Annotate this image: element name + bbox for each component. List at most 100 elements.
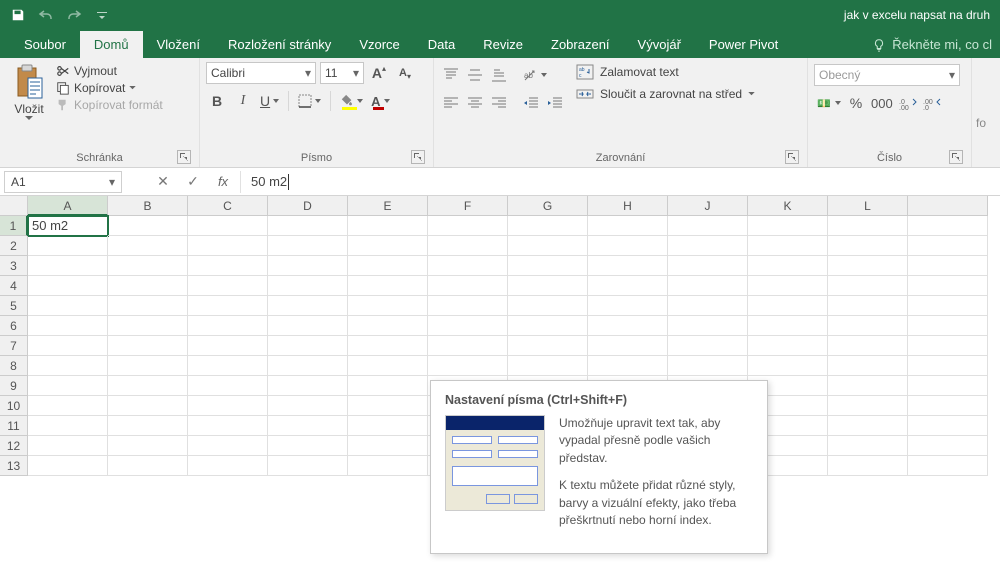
cell[interactable] — [188, 456, 268, 476]
col-header-e[interactable]: E — [348, 196, 428, 216]
cell[interactable] — [428, 356, 508, 376]
cell[interactable] — [508, 356, 588, 376]
col-header-a[interactable]: A — [28, 196, 108, 216]
cell[interactable] — [268, 236, 348, 256]
cell[interactable] — [188, 296, 268, 316]
cell[interactable] — [748, 276, 828, 296]
tab-view[interactable]: Zobrazení — [537, 31, 624, 58]
cell[interactable] — [908, 256, 988, 276]
cell[interactable] — [108, 316, 188, 336]
cell[interactable] — [828, 356, 908, 376]
cell[interactable] — [908, 416, 988, 436]
cell[interactable] — [28, 316, 108, 336]
cell[interactable] — [828, 436, 908, 456]
cell[interactable] — [908, 456, 988, 476]
align-right-button[interactable] — [488, 92, 510, 114]
cell[interactable] — [508, 276, 588, 296]
cell[interactable] — [348, 256, 428, 276]
cell[interactable] — [188, 216, 268, 236]
cell[interactable] — [108, 376, 188, 396]
tell-me-box[interactable]: Řekněte mi, co cl — [864, 37, 1000, 58]
merge-center-button[interactable]: Sloučit a zarovnat na střed — [576, 86, 755, 102]
cell[interactable] — [428, 336, 508, 356]
cell[interactable] — [668, 296, 748, 316]
row-header[interactable]: 5 — [0, 296, 28, 316]
cell[interactable] — [748, 256, 828, 276]
cell[interactable] — [108, 336, 188, 356]
cell[interactable] — [748, 336, 828, 356]
cell[interactable] — [28, 336, 108, 356]
tab-powerpivot[interactable]: Power Pivot — [695, 31, 792, 58]
tab-data[interactable]: Data — [414, 31, 469, 58]
name-box[interactable]: A1 ▾ — [4, 171, 122, 193]
cell[interactable] — [348, 416, 428, 436]
paste-button[interactable]: Vložit — [6, 62, 52, 121]
clipboard-dialog-launcher[interactable] — [177, 150, 191, 164]
cell[interactable] — [268, 216, 348, 236]
cell[interactable] — [828, 296, 908, 316]
col-header-c[interactable]: C — [188, 196, 268, 216]
row-header[interactable]: 4 — [0, 276, 28, 296]
undo-icon[interactable] — [34, 3, 58, 27]
row-header[interactable]: 1 — [0, 216, 28, 236]
underline-button[interactable]: U — [258, 90, 281, 112]
cell[interactable] — [348, 396, 428, 416]
cell[interactable] — [588, 316, 668, 336]
cell[interactable] — [508, 216, 588, 236]
cell[interactable] — [268, 336, 348, 356]
cell[interactable] — [28, 276, 108, 296]
cell[interactable] — [28, 436, 108, 456]
align-bottom-button[interactable] — [488, 64, 510, 86]
tab-review[interactable]: Revize — [469, 31, 537, 58]
align-middle-button[interactable] — [464, 64, 486, 86]
cell[interactable] — [28, 376, 108, 396]
cell[interactable] — [588, 256, 668, 276]
cell[interactable] — [668, 236, 748, 256]
cell[interactable] — [28, 296, 108, 316]
italic-button[interactable]: I — [232, 90, 254, 112]
cell[interactable] — [188, 316, 268, 336]
save-icon[interactable] — [6, 3, 30, 27]
select-all-corner[interactable] — [0, 196, 28, 216]
row-header[interactable]: 10 — [0, 396, 28, 416]
cell[interactable] — [188, 396, 268, 416]
tab-page-layout[interactable]: Rozložení stránky — [214, 31, 345, 58]
cell[interactable] — [908, 316, 988, 336]
insert-function-button[interactable]: fx — [212, 171, 234, 193]
cell[interactable] — [908, 216, 988, 236]
bold-button[interactable]: B — [206, 90, 228, 112]
cell[interactable] — [188, 256, 268, 276]
cell[interactable] — [188, 356, 268, 376]
cell[interactable] — [28, 256, 108, 276]
cell[interactable] — [108, 256, 188, 276]
redo-icon[interactable] — [62, 3, 86, 27]
cell[interactable] — [828, 336, 908, 356]
font-dialog-launcher[interactable] — [411, 150, 425, 164]
cell[interactable] — [108, 356, 188, 376]
col-header-g[interactable]: G — [508, 196, 588, 216]
cell[interactable] — [668, 276, 748, 296]
cell[interactable] — [188, 436, 268, 456]
cell[interactable] — [508, 336, 588, 356]
cell[interactable] — [108, 276, 188, 296]
cell[interactable] — [28, 236, 108, 256]
cell[interactable] — [668, 356, 748, 376]
cell[interactable] — [828, 416, 908, 436]
col-header-f[interactable]: F — [428, 196, 508, 216]
cell[interactable] — [108, 296, 188, 316]
cut-button[interactable]: Vyjmout — [56, 64, 163, 78]
cell[interactable] — [748, 216, 828, 236]
col-header-k[interactable]: K — [748, 196, 828, 216]
number-format-combo[interactable]: Obecný ▾ — [814, 64, 960, 86]
alignment-dialog-launcher[interactable] — [785, 150, 799, 164]
cell[interactable] — [748, 356, 828, 376]
cell[interactable] — [348, 336, 428, 356]
tab-file[interactable]: Soubor — [10, 31, 80, 58]
cell[interactable] — [908, 376, 988, 396]
font-size-combo[interactable]: 11 ▾ — [320, 62, 364, 84]
increase-indent-button[interactable] — [544, 92, 566, 114]
cell[interactable] — [828, 216, 908, 236]
cell[interactable] — [28, 416, 108, 436]
cell[interactable] — [428, 216, 508, 236]
row-header[interactable]: 2 — [0, 236, 28, 256]
